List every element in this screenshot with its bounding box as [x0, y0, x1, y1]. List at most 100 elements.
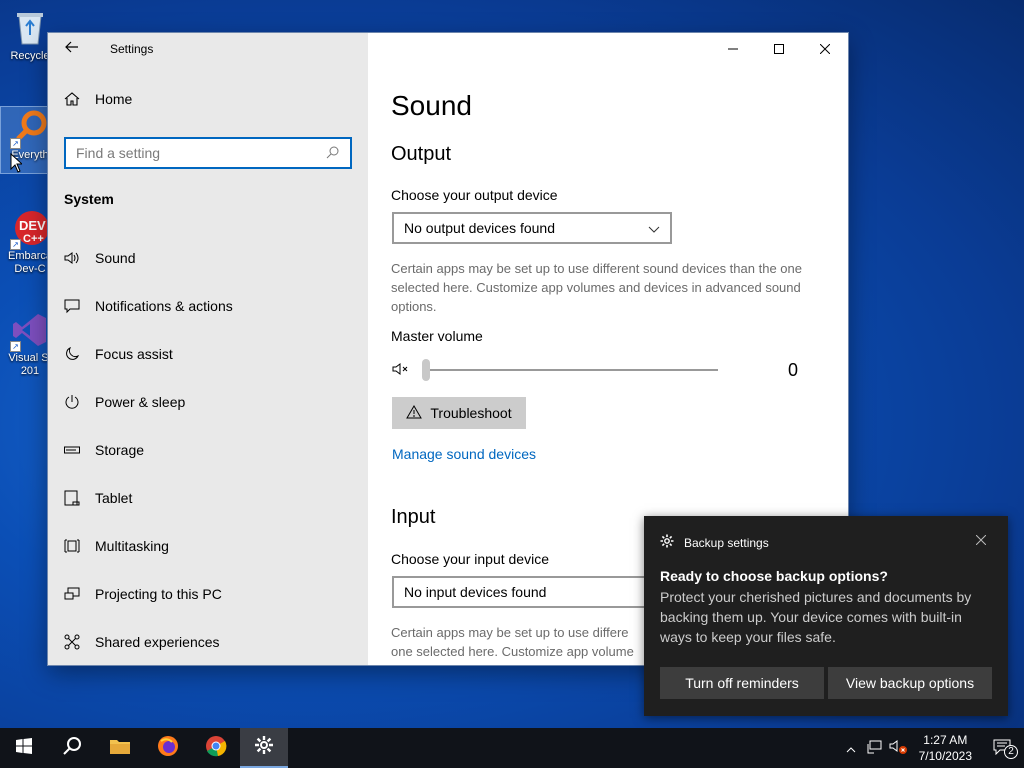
slider-track — [426, 369, 718, 371]
nav-item-label: Power & sleep — [95, 394, 186, 410]
output-device-label: Choose your output device — [391, 187, 558, 203]
shortcut-arrow-icon: ↗ — [10, 341, 21, 352]
nav-item-power-sleep[interactable]: Power & sleep — [48, 378, 368, 426]
folder-icon — [109, 737, 131, 760]
mouse-cursor-icon — [10, 152, 24, 178]
master-volume-slider[interactable]: 0 — [392, 358, 812, 382]
taskbar-search-button[interactable] — [48, 728, 96, 768]
nav-item-label: Focus assist — [95, 346, 173, 362]
nav-item-label: Shared experiences — [95, 634, 220, 650]
clock[interactable]: 1:27 AM 7/10/2023 — [911, 732, 980, 764]
action-center-button[interactable]: 2 — [980, 739, 1024, 759]
chevron-down-icon — [648, 220, 660, 236]
windows-logo-icon — [16, 737, 32, 759]
toast-close-button[interactable] — [975, 532, 987, 548]
turn-off-reminders-button[interactable]: Turn off reminders — [660, 667, 824, 699]
chrome-icon — [205, 735, 227, 762]
master-volume-label: Master volume — [391, 328, 483, 344]
nav-item-shared-experiences[interactable]: Shared experiences — [48, 618, 368, 665]
window-controls — [710, 33, 848, 65]
taskbar-chrome[interactable] — [192, 728, 240, 768]
svg-text:C++: C++ — [23, 233, 44, 245]
taskbar-file-explorer[interactable] — [96, 728, 144, 768]
magnifier-icon: ↗ — [10, 107, 50, 149]
clock-date: 7/10/2023 — [918, 749, 972, 763]
search-icon — [62, 736, 82, 761]
page-title: Sound — [391, 90, 472, 121]
minimize-button[interactable] — [710, 33, 756, 65]
close-button[interactable] — [802, 33, 848, 65]
firefox-icon — [157, 735, 179, 762]
nav-item-projecting[interactable]: Projecting to this PC — [48, 570, 368, 618]
start-button[interactable] — [0, 728, 48, 768]
shortcut-arrow-icon: ↗ — [10, 138, 21, 149]
warning-icon — [406, 404, 423, 422]
devcpp-icon: DEV C++ ↗ — [10, 208, 50, 250]
input-description: Certain apps may be set up to use differ… — [391, 625, 634, 659]
view-backup-options-button[interactable]: View backup options — [828, 667, 992, 699]
toast-app-name: Backup settings — [684, 535, 769, 550]
output-heading: Output — [391, 143, 452, 165]
close-icon — [819, 41, 831, 57]
minimize-icon — [728, 41, 738, 57]
chevron-up-icon[interactable] — [839, 741, 863, 756]
nav-list: Sound Notifications & actions Focus assi… — [48, 234, 368, 665]
svg-text:DEV: DEV — [19, 218, 46, 233]
nav-item-tablet[interactable]: Tablet — [48, 474, 368, 522]
backup-notification-toast[interactable]: Backup settings Ready to choose backup o… — [644, 516, 1008, 716]
volume-muted-icon[interactable] — [392, 362, 414, 379]
nav-item-sound[interactable]: Sound — [48, 234, 368, 282]
moon-icon — [64, 346, 80, 362]
nav-item-label: Projecting to this PC — [95, 586, 222, 602]
projecting-icon — [64, 586, 80, 602]
volume-muted-icon[interactable] — [887, 739, 911, 758]
output-description: Certain apps may be set up to use differ… — [391, 261, 802, 314]
toast-header: Backup settings — [660, 534, 769, 551]
nav-item-label: Tablet — [95, 490, 133, 506]
volume-value: 0 — [788, 359, 799, 380]
power-icon — [64, 394, 80, 410]
search-box[interactable] — [64, 137, 352, 169]
search-icon — [326, 146, 340, 160]
nav-home-label: Home — [95, 91, 133, 107]
shared-icon — [64, 634, 80, 650]
nav-section-title: System — [64, 191, 114, 207]
app-title: Settings — [110, 42, 154, 56]
input-heading: Input — [391, 506, 436, 528]
home-icon — [64, 91, 80, 107]
slider-thumb[interactable] — [422, 359, 430, 381]
nav-item-label: Multitasking — [95, 538, 169, 554]
taskbar-firefox[interactable] — [144, 728, 192, 768]
visual-studio-icon: ↗ — [10, 310, 50, 352]
nav-item-label: Notifications & actions — [95, 298, 233, 314]
nav-home[interactable]: Home — [64, 91, 132, 107]
output-device-value: No output devices found — [404, 220, 555, 236]
notification-icon — [64, 298, 80, 314]
toast-title: Ready to choose backup options? — [660, 568, 888, 584]
network-icon[interactable] — [863, 740, 887, 757]
close-icon — [975, 532, 987, 548]
maximize-button[interactable] — [756, 33, 802, 65]
output-device-dropdown[interactable]: No output devices found — [392, 212, 672, 244]
notification-count-badge: 2 — [1004, 744, 1018, 759]
search-input[interactable] — [76, 145, 326, 161]
nav-item-focus-assist[interactable]: Focus assist — [48, 330, 368, 378]
manage-sound-devices-link[interactable]: Manage sound devices — [392, 446, 536, 462]
taskbar-settings[interactable] — [240, 728, 288, 768]
recycle-bin-icon — [10, 8, 50, 48]
back-arrow-icon — [65, 40, 79, 58]
input-device-dropdown[interactable]: No input devices found — [392, 576, 672, 608]
multitasking-icon — [64, 538, 80, 554]
troubleshoot-label: Troubleshoot — [430, 405, 512, 421]
clock-time: 1:27 AM — [923, 733, 968, 747]
nav-item-multitasking[interactable]: Multitasking — [48, 522, 368, 570]
nav-item-storage[interactable]: Storage — [48, 426, 368, 474]
system-tray: 1:27 AM 7/10/2023 2 — [839, 728, 1024, 768]
nav-item-label: Sound — [95, 250, 136, 266]
settings-nav-pane: Settings Home System Sound Notifications… — [48, 33, 368, 665]
title-bar: Settings — [48, 33, 368, 65]
troubleshoot-button[interactable]: Troubleshoot — [392, 397, 526, 429]
nav-item-notifications[interactable]: Notifications & actions — [48, 282, 368, 330]
taskbar: 1:27 AM 7/10/2023 2 — [0, 728, 1024, 768]
back-button[interactable] — [48, 33, 96, 65]
